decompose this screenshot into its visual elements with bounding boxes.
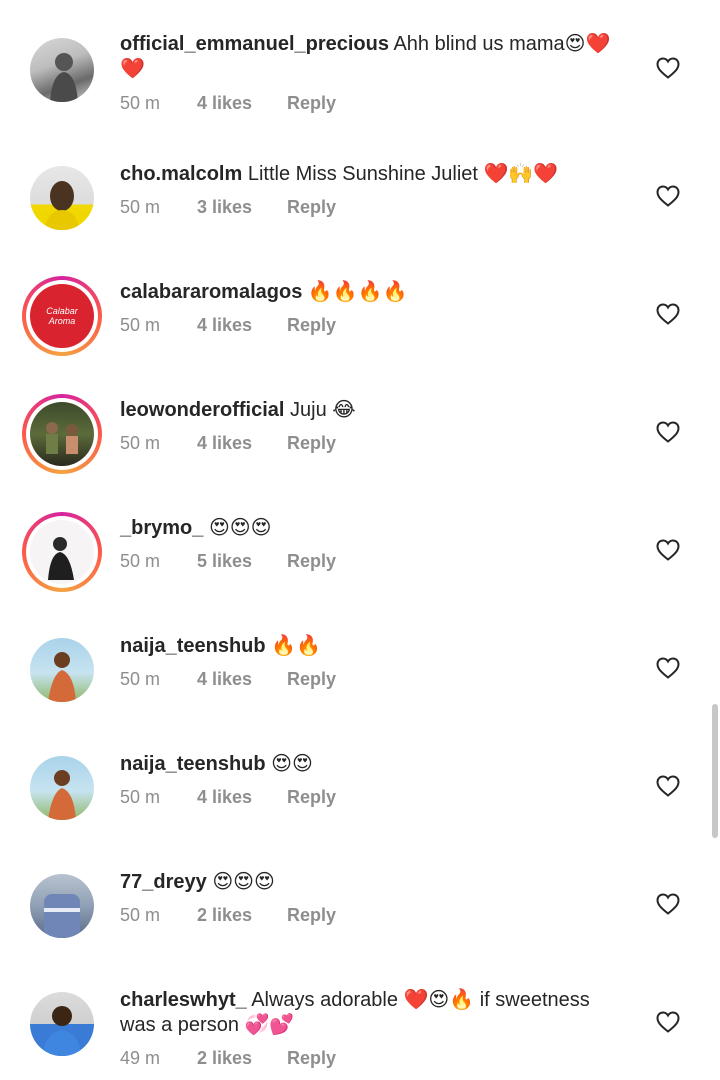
avatar[interactable] <box>22 394 102 474</box>
comment-likes[interactable]: 4 likes <box>197 787 287 808</box>
reply-button[interactable]: Reply <box>287 905 336 926</box>
comment-username[interactable]: cho.malcolm <box>120 163 242 185</box>
reply-button[interactable]: Reply <box>287 197 336 218</box>
comment-username[interactable]: leowonderofficial <box>120 399 284 421</box>
comment-text: official_emmanuel_precious Ahh blind us … <box>120 32 620 82</box>
reply-button[interactable]: Reply <box>287 1048 336 1069</box>
comment-meta: 50 m 4 likes Reply <box>120 93 336 114</box>
avatar[interactable] <box>22 866 102 946</box>
comment-body: Juju 😂 <box>290 399 356 421</box>
comment-meta: 50 m 4 likes Reply <box>120 669 336 690</box>
comment-text: naija_teenshub 😍😍 <box>120 752 620 777</box>
comment-username[interactable]: calabararomalagos <box>120 281 302 303</box>
avatar[interactable] <box>22 512 102 592</box>
comment-text: cho.malcolm Little Miss Sunshine Juliet … <box>120 162 620 187</box>
comment-time: 50 m <box>120 905 161 925</box>
comment-username[interactable]: official_emmanuel_precious <box>120 33 389 55</box>
avatar[interactable] <box>22 630 102 710</box>
heart-outline-icon[interactable] <box>656 303 680 325</box>
comment-time: 50 m <box>120 433 161 453</box>
comment-time: 50 m <box>120 669 161 689</box>
comment-body: 🔥🔥🔥🔥 <box>307 281 408 303</box>
heart-outline-icon[interactable] <box>656 775 680 797</box>
comment-time: 50 m <box>120 551 161 571</box>
heart-outline-icon[interactable] <box>656 185 680 207</box>
comment-likes[interactable]: 3 likes <box>197 197 287 218</box>
heart-outline-icon[interactable] <box>656 1011 680 1033</box>
comment-likes[interactable]: 4 likes <box>197 93 287 114</box>
comment-time: 50 m <box>120 93 161 113</box>
scrollbar[interactable] <box>712 704 718 838</box>
comment-meta: 50 m 5 likes Reply <box>120 551 336 572</box>
comment-username[interactable]: 77_dreyy <box>120 871 207 893</box>
comment-meta: 50 m 4 likes Reply <box>120 787 336 808</box>
reply-button[interactable]: Reply <box>287 551 336 572</box>
heart-outline-icon[interactable] <box>656 539 680 561</box>
comment-time: 50 m <box>120 315 161 335</box>
comment-meta: 49 m 2 likes Reply <box>120 1048 336 1069</box>
comment-text: _brymo_ 😍😍😍 <box>120 516 620 541</box>
comment-body: 😍😍 <box>271 753 313 775</box>
reply-button[interactable]: Reply <box>287 669 336 690</box>
comment-body: Little Miss Sunshine Juliet ❤️🙌❤️ <box>247 163 559 185</box>
comment-likes[interactable]: 2 likes <box>197 905 287 926</box>
comment-username[interactable]: naija_teenshub <box>120 635 266 657</box>
comment-username[interactable]: _brymo_ <box>120 517 203 539</box>
comment-time: 50 m <box>120 197 161 217</box>
comment-text: calabararomalagos 🔥🔥🔥🔥 <box>120 280 620 305</box>
heart-outline-icon[interactable] <box>656 421 680 443</box>
avatar-brand-text: Calabar Aroma <box>46 306 78 326</box>
comment-body: 🔥🔥 <box>271 635 321 657</box>
avatar[interactable] <box>22 748 102 828</box>
comment-likes[interactable]: 2 likes <box>197 1048 287 1069</box>
avatar[interactable] <box>22 158 102 238</box>
reply-button[interactable]: Reply <box>287 787 336 808</box>
comment-username[interactable]: naija_teenshub <box>120 753 266 775</box>
comment-meta: 50 m 4 likes Reply <box>120 433 336 454</box>
comment-body: 😍😍😍 <box>212 871 275 893</box>
comment-body: 😍😍😍 <box>208 517 272 539</box>
reply-button[interactable]: Reply <box>287 315 336 336</box>
comment-username[interactable]: charleswhyt_ <box>120 989 247 1011</box>
heart-outline-icon[interactable] <box>656 657 680 679</box>
comment-likes[interactable]: 4 likes <box>197 433 287 454</box>
heart-outline-icon[interactable] <box>656 893 680 915</box>
avatar[interactable] <box>22 984 102 1064</box>
comment-meta: 50 m 2 likes Reply <box>120 905 336 926</box>
comment-text: naija_teenshub 🔥🔥 <box>120 634 620 659</box>
comment-text: charleswhyt_ Always adorable ❤️😍🔥 if swe… <box>120 988 620 1038</box>
avatar[interactable] <box>22 30 102 110</box>
comment-text: leowonderofficial Juju 😂 <box>120 398 620 423</box>
comment-text: 77_dreyy 😍😍😍 <box>120 870 620 895</box>
reply-button[interactable]: Reply <box>287 433 336 454</box>
reply-button[interactable]: Reply <box>287 93 336 114</box>
comment-time: 50 m <box>120 787 161 807</box>
comment-likes[interactable]: 4 likes <box>197 669 287 690</box>
avatar[interactable]: Calabar Aroma <box>22 276 102 356</box>
comment-likes[interactable]: 5 likes <box>197 551 287 572</box>
comment-meta: 50 m 4 likes Reply <box>120 315 336 336</box>
comment-time: 49 m <box>120 1048 161 1068</box>
heart-outline-icon[interactable] <box>656 57 680 79</box>
comment-meta: 50 m 3 likes Reply <box>120 197 336 218</box>
comment-likes[interactable]: 4 likes <box>197 315 287 336</box>
